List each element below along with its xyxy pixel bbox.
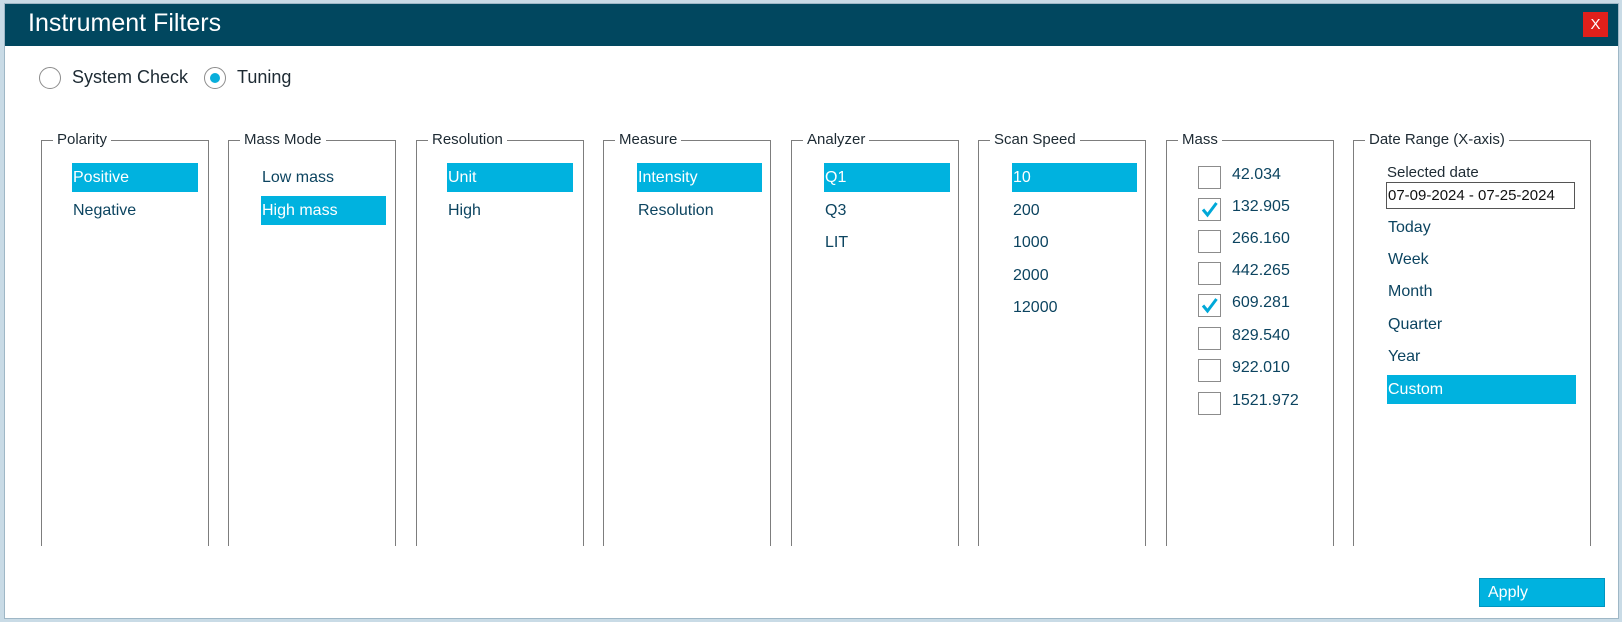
mass-mode-item-high[interactable]: High mass xyxy=(261,196,386,225)
polarity-item-positive[interactable]: Positive xyxy=(72,163,198,192)
checkbox[interactable] xyxy=(1198,359,1221,382)
checkbox-label: 42.034 xyxy=(1232,166,1281,183)
mass-mode-item-low[interactable]: Low mass xyxy=(261,163,386,192)
checkbox[interactable] xyxy=(1198,392,1221,415)
resolution-group: Resolution Unit High xyxy=(416,131,584,546)
title-bar: Instrument Filters X xyxy=(5,4,1618,46)
checkbox-label: 266.160 xyxy=(1232,230,1290,247)
measure-item-intensity[interactable]: Intensity xyxy=(637,163,762,192)
checkbox-label: 442.265 xyxy=(1232,262,1290,279)
checkbox[interactable] xyxy=(1198,166,1221,189)
checkbox[interactable] xyxy=(1198,230,1221,253)
checkbox-label: 922.010 xyxy=(1232,359,1290,376)
scan-speed-group: Scan Speed 10 200 1000 2000 12000 xyxy=(978,131,1146,546)
checkbox[interactable] xyxy=(1198,327,1221,350)
checkbox-label: 829.540 xyxy=(1232,327,1290,344)
checkbox-label: 609.281 xyxy=(1232,294,1290,311)
polarity-group: Polarity Positive Negative xyxy=(41,131,209,546)
group-title: Mass xyxy=(1178,131,1222,148)
check-icon xyxy=(1201,298,1218,314)
radio-circle xyxy=(204,67,226,89)
group-title: Measure xyxy=(615,131,682,148)
analyzer-group: Analyzer Q1 Q3 LIT xyxy=(791,131,959,546)
group-title: Analyzer xyxy=(803,131,870,148)
analyzer-item-q3[interactable]: Q3 xyxy=(824,196,950,225)
scan-speed-item-10[interactable]: 10 xyxy=(1012,163,1137,192)
resolution-item-unit[interactable]: Unit xyxy=(447,163,573,192)
analyzer-item-lit[interactable]: LIT xyxy=(824,228,950,257)
checkbox-label: 132.905 xyxy=(1232,198,1290,215)
radio-label: System Check xyxy=(72,67,189,87)
measure-item-resolution[interactable]: Resolution xyxy=(637,196,762,225)
date-range-group: Date Range (X-axis) Selected date 07-09-… xyxy=(1353,131,1591,546)
checkbox[interactable] xyxy=(1198,198,1221,221)
date-range-item-quarter[interactable]: Quarter xyxy=(1387,310,1576,339)
scan-speed-item-1000[interactable]: 1000 xyxy=(1012,228,1137,257)
scan-speed-item-12000[interactable]: 12000 xyxy=(1012,293,1137,322)
analyzer-item-q1[interactable]: Q1 xyxy=(824,163,950,192)
group-title: Scan Speed xyxy=(990,131,1080,148)
group-title: Resolution xyxy=(428,131,507,148)
date-range-item-week[interactable]: Week xyxy=(1387,245,1576,274)
radio-label: Tuning xyxy=(237,67,292,87)
mass-group: Mass 42.034 132.905 266.160 442.265 609.… xyxy=(1166,131,1334,546)
radio-selected-dot xyxy=(210,73,220,83)
radio-tuning[interactable]: Tuning xyxy=(204,66,304,92)
polarity-item-negative[interactable]: Negative xyxy=(72,196,198,225)
date-range-item-month[interactable]: Month xyxy=(1387,277,1576,306)
checkbox-label: 1521.972 xyxy=(1232,392,1299,409)
group-title: Date Range (X-axis) xyxy=(1365,131,1509,148)
checkbox[interactable] xyxy=(1198,294,1221,317)
apply-button[interactable]: Apply xyxy=(1479,578,1605,607)
scan-speed-item-200[interactable]: 200 xyxy=(1012,196,1137,225)
check-icon xyxy=(1201,202,1218,218)
mass-mode-group: Mass Mode Low mass High mass xyxy=(228,131,396,546)
close-button[interactable]: X xyxy=(1583,12,1608,37)
group-title: Polarity xyxy=(53,131,112,148)
group-title: Mass Mode xyxy=(240,131,326,148)
date-range-item-custom[interactable]: Custom xyxy=(1387,375,1576,404)
selected-date-label: Selected date xyxy=(1387,164,1479,181)
scan-speed-item-2000[interactable]: 2000 xyxy=(1012,261,1137,290)
instrument-filters-dialog: Instrument Filters X System Check Tuning… xyxy=(4,3,1619,619)
dialog-title: Instrument Filters xyxy=(28,9,222,37)
selected-date-field[interactable]: 07-09-2024 - 07-25-2024 xyxy=(1386,182,1575,209)
date-range-item-year[interactable]: Year xyxy=(1387,342,1576,371)
radio-system-check[interactable]: System Check xyxy=(39,66,189,92)
measure-group: Measure Intensity Resolution xyxy=(603,131,771,546)
checkbox[interactable] xyxy=(1198,262,1221,285)
resolution-item-high[interactable]: High xyxy=(447,196,573,225)
date-range-item-today[interactable]: Today xyxy=(1387,213,1576,242)
radio-circle xyxy=(39,67,61,89)
